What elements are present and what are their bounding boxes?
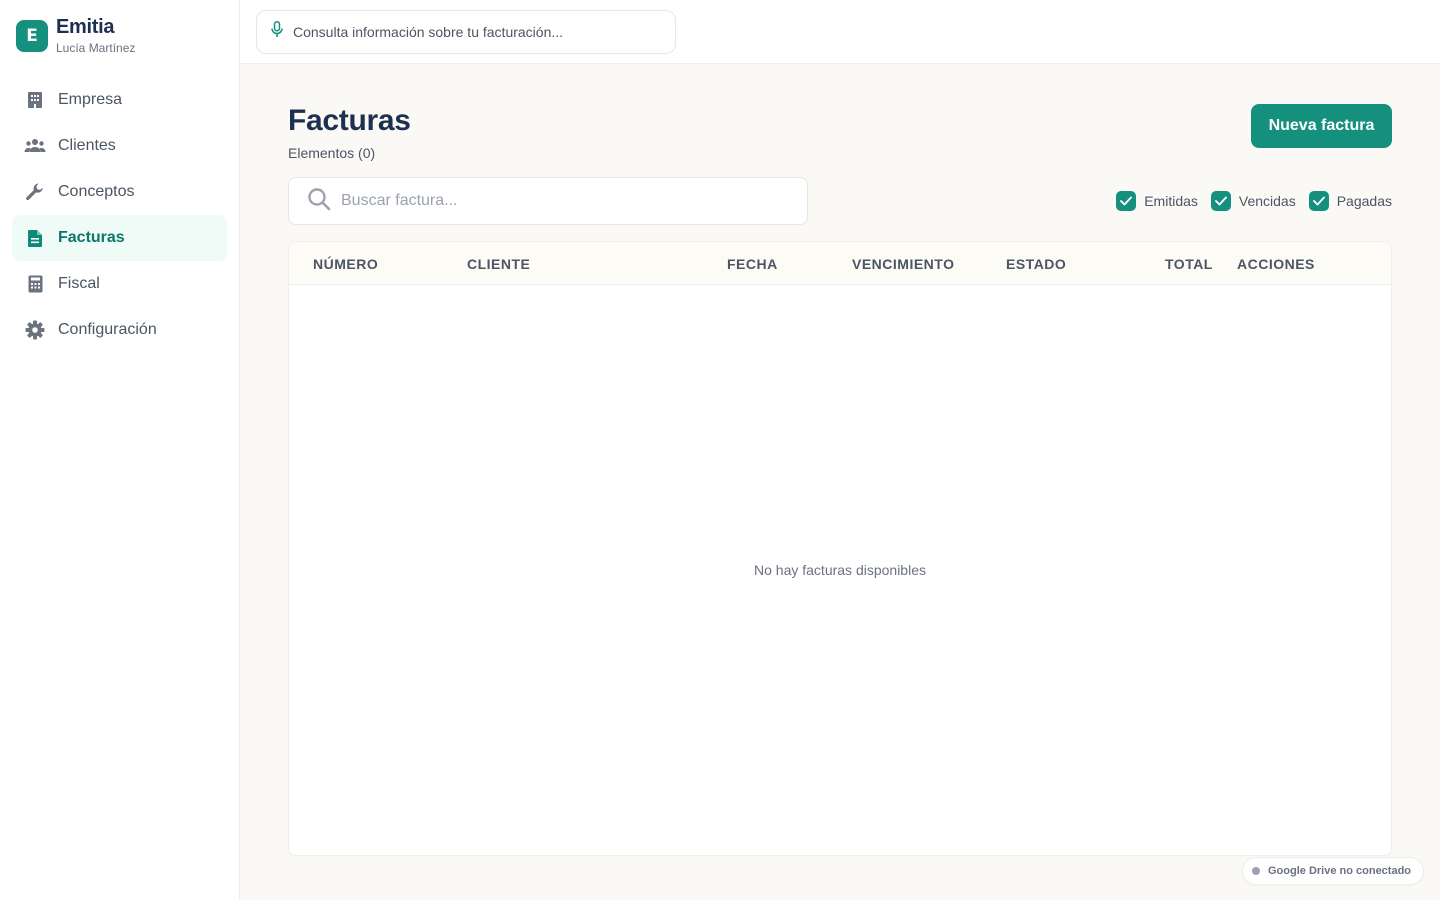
page-title: Facturas: [288, 104, 411, 137]
column-header-numero[interactable]: Número: [313, 256, 378, 272]
assistant-query-placeholder: Consulta información sobre tu facturació…: [293, 24, 564, 40]
checkbox-checked-icon[interactable]: [1210, 191, 1231, 211]
invoices-table: Número Cliente Fecha Vencimiento Estado …: [288, 241, 1392, 856]
column-header-vencimiento[interactable]: Vencimiento: [852, 256, 954, 272]
column-header-cliente[interactable]: Cliente: [467, 256, 530, 272]
sidebar-item-clientes[interactable]: Clientes: [12, 123, 227, 169]
microphone-icon[interactable]: [271, 21, 283, 43]
sidebar-item-fiscal[interactable]: Fiscal: [12, 261, 227, 307]
user-name: Lucía Martínez: [56, 41, 136, 55]
sidebar: E Emitia Lucía Martínez Empresa Clientes…: [0, 0, 240, 900]
sidebar-item-facturas[interactable]: Facturas: [12, 215, 227, 261]
filter-pagadas[interactable]: Pagadas: [1308, 191, 1392, 211]
filter-label: Vencidas: [1238, 193, 1296, 209]
empty-state-message: No hay facturas disponibles: [754, 562, 926, 578]
filter-vencidas[interactable]: Vencidas: [1210, 191, 1296, 211]
search-input[interactable]: [341, 192, 781, 210]
sidebar-item-label: Fiscal: [58, 275, 100, 292]
filter-label: Pagadas: [1336, 193, 1392, 209]
calculator-icon: [24, 273, 46, 295]
app-name: Emitia: [56, 16, 115, 38]
gear-icon: [24, 319, 46, 341]
users-icon: [24, 135, 46, 157]
sidebar-item-label: Facturas: [58, 229, 125, 246]
column-header-estado[interactable]: Estado: [1006, 256, 1066, 272]
sidebar-nav: Empresa Clientes Conceptos Facturas Fisc…: [12, 77, 227, 353]
table-header: Número Cliente Fecha Vencimiento Estado …: [289, 242, 1391, 285]
column-header-total[interactable]: Total: [1165, 256, 1213, 272]
sidebar-item-label: Conceptos: [58, 183, 135, 200]
sidebar-item-label: Clientes: [58, 137, 116, 154]
document-icon: [24, 227, 46, 249]
sidebar-item-empresa[interactable]: Empresa: [12, 77, 227, 123]
checkbox-checked-icon[interactable]: [1308, 191, 1329, 211]
status-filters: Emitidas Vencidas Pagadas: [1103, 191, 1392, 211]
building-icon: [24, 89, 46, 111]
sidebar-item-conceptos[interactable]: Conceptos: [12, 169, 227, 215]
sidebar-item-label: Empresa: [58, 91, 123, 108]
status-dot-icon: [1252, 867, 1260, 875]
column-header-acciones: Acciones: [1237, 256, 1315, 272]
filter-emitidas[interactable]: Emitidas: [1116, 191, 1198, 211]
drive-status-badge[interactable]: Google Drive no conectado: [1242, 857, 1424, 885]
wrench-icon: [24, 181, 46, 203]
items-count: Elementos (0): [288, 145, 376, 161]
filter-label: Emitidas: [1144, 193, 1198, 209]
assistant-query-input[interactable]: Consulta información sobre tu facturació…: [256, 10, 676, 54]
topbar: Consulta información sobre tu facturació…: [240, 0, 1440, 64]
search-icon: [307, 187, 331, 216]
sidebar-item-label: Configuración: [58, 321, 157, 338]
invoice-search[interactable]: [288, 177, 808, 225]
sidebar-item-configuracion[interactable]: Configuración: [12, 307, 227, 353]
drive-status-text: Google Drive no conectado: [1268, 865, 1412, 877]
brand[interactable]: E Emitia Lucía Martínez: [16, 16, 135, 56]
app-logo: E: [16, 20, 48, 52]
new-invoice-button[interactable]: Nueva factura: [1251, 104, 1392, 148]
checkbox-checked-icon[interactable]: [1116, 191, 1137, 211]
column-header-fecha[interactable]: Fecha: [727, 256, 778, 272]
